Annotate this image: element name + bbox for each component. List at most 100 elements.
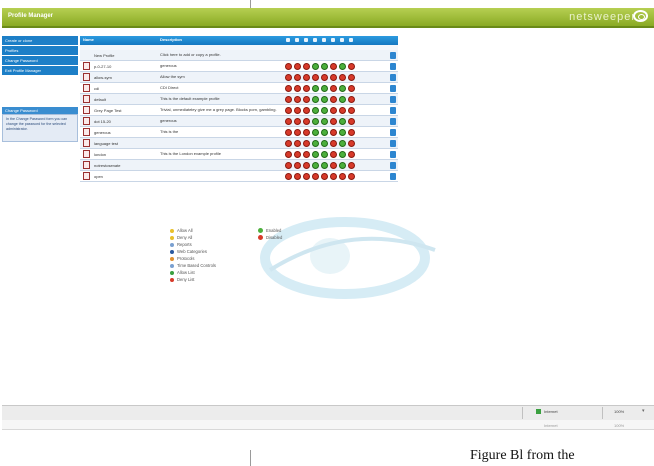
disabled-status-icon[interactable]	[303, 140, 310, 147]
disabled-status-icon[interactable]	[285, 173, 292, 180]
table-row[interactable]: language test	[80, 138, 398, 149]
disabled-status-icon[interactable]	[348, 63, 355, 70]
edit-profile-icon[interactable]	[390, 107, 396, 114]
disabled-status-icon[interactable]	[294, 162, 301, 169]
disabled-status-icon[interactable]	[303, 107, 310, 114]
disabled-status-icon[interactable]	[303, 118, 310, 125]
disabled-status-icon[interactable]	[348, 107, 355, 114]
zoom-dropdown-icon[interactable]: ▾	[642, 408, 645, 414]
table-row[interactable]: notrestosenate	[80, 160, 398, 171]
disabled-status-icon[interactable]	[285, 85, 292, 92]
enabled-status-icon[interactable]	[312, 129, 319, 136]
edit-profile-icon[interactable]	[390, 151, 396, 158]
enabled-status-icon[interactable]	[339, 96, 346, 103]
edit-profile-icon[interactable]	[390, 85, 396, 92]
disabled-status-icon[interactable]	[339, 173, 346, 180]
disabled-status-icon[interactable]	[285, 140, 292, 147]
enabled-status-icon[interactable]	[312, 140, 319, 147]
disabled-status-icon[interactable]	[294, 107, 301, 114]
disabled-status-icon[interactable]	[294, 129, 301, 136]
disabled-status-icon[interactable]	[303, 173, 310, 180]
enabled-status-icon[interactable]	[312, 63, 319, 70]
table-row[interactable]: New Profile Click here to add or copy a p…	[80, 50, 398, 61]
disabled-status-icon[interactable]	[348, 96, 355, 103]
table-row[interactable]: london This is the London example profile	[80, 149, 398, 160]
disabled-status-icon[interactable]	[294, 96, 301, 103]
disabled-status-icon[interactable]	[330, 107, 337, 114]
disabled-status-icon[interactable]	[285, 96, 292, 103]
disabled-status-icon[interactable]	[294, 118, 301, 125]
enabled-status-icon[interactable]	[339, 118, 346, 125]
disabled-status-icon[interactable]	[348, 151, 355, 158]
enabled-status-icon[interactable]	[321, 118, 328, 125]
disabled-status-icon[interactable]	[348, 162, 355, 169]
disabled-status-icon[interactable]	[303, 162, 310, 169]
table-row[interactable]: default This is the default example profi…	[80, 94, 398, 105]
enabled-status-icon[interactable]	[321, 162, 328, 169]
disabled-status-icon[interactable]	[348, 74, 355, 81]
disabled-status-icon[interactable]	[285, 74, 292, 81]
disabled-status-icon[interactable]	[285, 107, 292, 114]
profile-name[interactable]: notrestosenate	[94, 163, 120, 168]
profile-name[interactable]: london	[94, 152, 106, 157]
disabled-status-icon[interactable]	[330, 129, 337, 136]
disabled-status-icon[interactable]	[330, 85, 337, 92]
status-zoom[interactable]: 100%	[614, 409, 624, 414]
disabled-status-icon[interactable]	[348, 85, 355, 92]
edit-profile-icon[interactable]	[390, 173, 396, 180]
disabled-status-icon[interactable]	[330, 162, 337, 169]
table-row[interactable]: dot 15-20 generous	[80, 116, 398, 127]
profile-name[interactable]: generous	[94, 130, 111, 135]
disabled-status-icon[interactable]	[330, 118, 337, 125]
enabled-status-icon[interactable]	[339, 129, 346, 136]
enabled-status-icon[interactable]	[321, 63, 328, 70]
edit-profile-icon[interactable]	[390, 74, 396, 81]
enabled-status-icon[interactable]	[321, 140, 328, 147]
sidebar-item-create[interactable]: Create or clone	[2, 36, 78, 45]
table-row[interactable]: generous This is the	[80, 127, 398, 138]
disabled-status-icon[interactable]	[330, 63, 337, 70]
enabled-status-icon[interactable]	[321, 151, 328, 158]
table-row[interactable]: open	[80, 171, 398, 182]
disabled-status-icon[interactable]	[303, 96, 310, 103]
profile-name[interactable]: Grey Page Test	[94, 108, 122, 113]
edit-profile-icon[interactable]	[390, 52, 396, 59]
disabled-status-icon[interactable]	[303, 63, 310, 70]
table-row[interactable]: cdi CDI Direct	[80, 83, 398, 94]
disabled-status-icon[interactable]	[294, 173, 301, 180]
disabled-status-icon[interactable]	[330, 74, 337, 81]
disabled-status-icon[interactable]	[303, 74, 310, 81]
disabled-status-icon[interactable]	[339, 74, 346, 81]
profile-name[interactable]: open	[94, 174, 103, 179]
disabled-status-icon[interactable]	[285, 129, 292, 136]
enabled-status-icon[interactable]	[312, 162, 319, 169]
sidebar-item-profiles[interactable]: Profiles	[2, 46, 78, 55]
edit-profile-icon[interactable]	[390, 129, 396, 136]
disabled-status-icon[interactable]	[303, 85, 310, 92]
enabled-status-icon[interactable]	[321, 96, 328, 103]
enabled-status-icon[interactable]	[339, 162, 346, 169]
enabled-status-icon[interactable]	[339, 85, 346, 92]
enabled-status-icon[interactable]	[312, 96, 319, 103]
table-row[interactable]: allow-sym Allow the sym	[80, 72, 398, 83]
edit-profile-icon[interactable]	[390, 63, 396, 70]
disabled-status-icon[interactable]	[285, 162, 292, 169]
profile-name[interactable]: allow-sym	[94, 75, 112, 80]
profile-name[interactable]: cdi	[94, 86, 99, 91]
disabled-status-icon[interactable]	[285, 151, 292, 158]
enabled-status-icon[interactable]	[312, 151, 319, 158]
disabled-status-icon[interactable]	[303, 151, 310, 158]
disabled-status-icon[interactable]	[330, 140, 337, 147]
disabled-status-icon[interactable]	[303, 129, 310, 136]
disabled-status-icon[interactable]	[294, 151, 301, 158]
disabled-status-icon[interactable]	[330, 96, 337, 103]
disabled-status-icon[interactable]	[294, 140, 301, 147]
disabled-status-icon[interactable]	[348, 140, 355, 147]
profile-name[interactable]: default	[94, 97, 106, 102]
table-row[interactable]: p-0-27-10 generous	[80, 61, 398, 72]
enabled-status-icon[interactable]	[312, 85, 319, 92]
profile-name[interactable]: language test	[94, 141, 118, 146]
disabled-status-icon[interactable]	[285, 63, 292, 70]
enabled-status-icon[interactable]	[321, 85, 328, 92]
edit-profile-icon[interactable]	[390, 118, 396, 125]
